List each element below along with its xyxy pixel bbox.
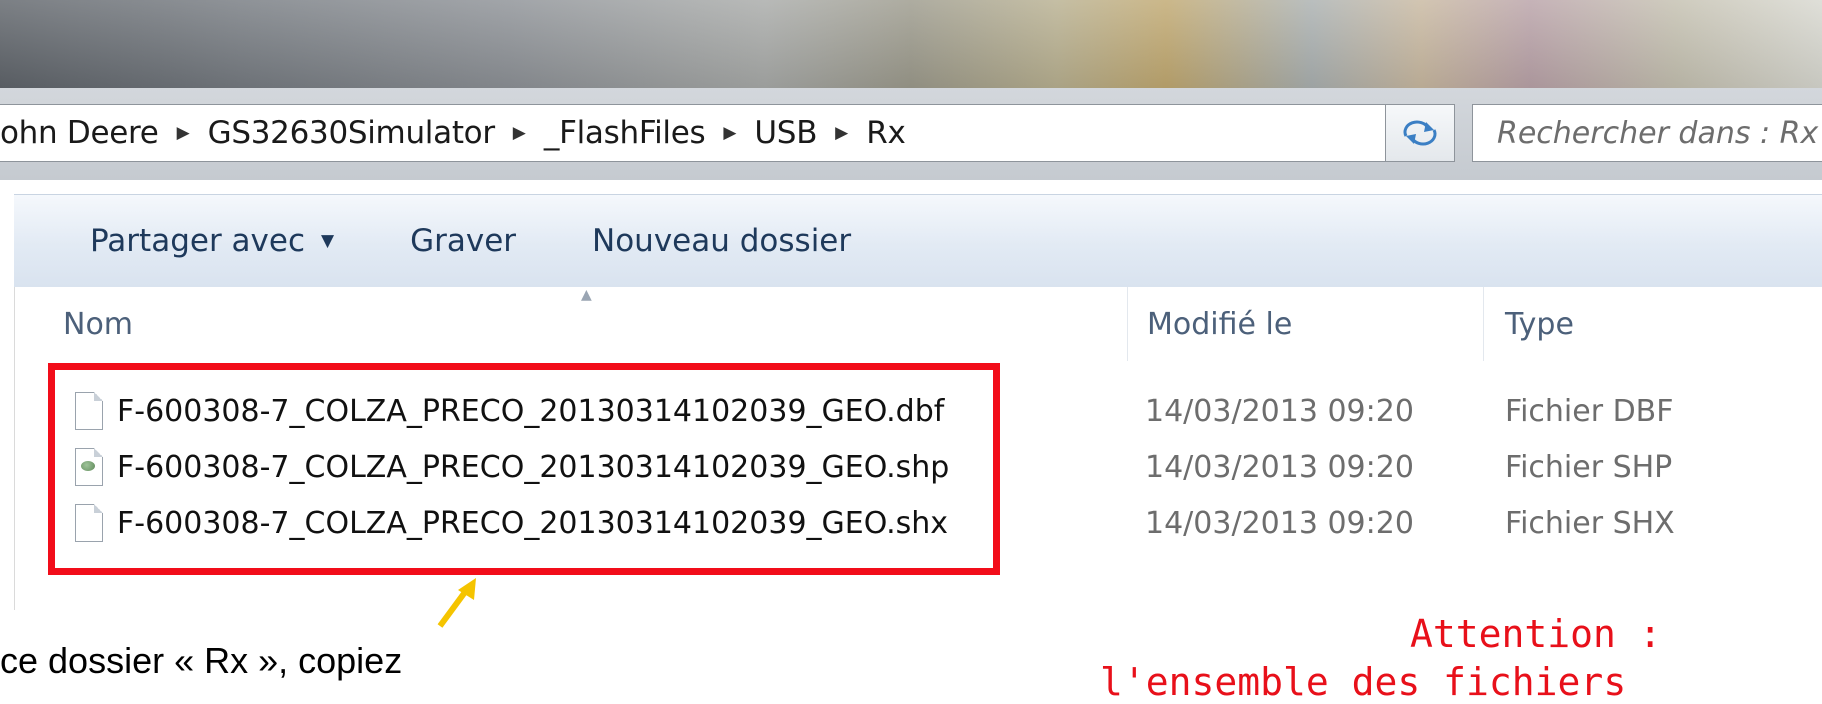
chevron-down-icon: ▼ <box>321 231 335 251</box>
column-header-name[interactable]: Nom <box>63 287 133 361</box>
breadcrumb: ohn Deere ▶ GS32630Simulator ▶ _FlashFil… <box>0 115 1454 151</box>
breadcrumb-item-rx[interactable]: Rx <box>866 115 906 151</box>
breadcrumb-item-john-deere[interactable]: ohn Deere <box>0 115 159 151</box>
file-modified: 14/03/2013 09:20 <box>1145 505 1414 541</box>
breadcrumb-separator-icon[interactable]: ▶ <box>723 123 736 143</box>
burn-button[interactable]: Graver <box>410 223 516 259</box>
breadcrumb-separator-icon[interactable]: ▶ <box>177 123 190 143</box>
new-folder-label: Nouveau dossier <box>592 223 852 259</box>
file-modified: 14/03/2013 09:20 <box>1145 449 1414 485</box>
share-with-label: Partager avec <box>90 223 306 259</box>
arrow-icon <box>437 578 476 628</box>
file-modified: 14/03/2013 09:20 <box>1145 393 1414 429</box>
command-bar: Partager avec ▼ Graver Nouveau dossier <box>14 194 1822 288</box>
column-divider[interactable] <box>1127 287 1128 361</box>
divider <box>0 180 1822 194</box>
refresh-button[interactable] <box>1385 104 1455 162</box>
column-header-type-label: Type <box>1505 306 1574 342</box>
file-type: Fichier SHP <box>1505 449 1673 485</box>
column-header-modified[interactable]: Modifié le <box>1147 287 1292 361</box>
highlight-box <box>48 363 1000 575</box>
caption-text: ce dossier « Rx », copiez <box>0 640 403 681</box>
breadcrumb-item-flashfiles[interactable]: _FlashFiles <box>544 115 706 151</box>
sort-ascending-icon: ▲ <box>581 287 592 303</box>
file-type: Fichier SHX <box>1505 505 1675 541</box>
refresh-icon <box>1403 120 1437 146</box>
column-divider[interactable] <box>1483 287 1484 361</box>
column-header-modified-label: Modifié le <box>1147 306 1293 342</box>
column-header-type[interactable]: Type <box>1505 287 1574 361</box>
new-folder-button[interactable]: Nouveau dossier <box>592 223 851 259</box>
attention-title: Attention : <box>1410 612 1662 656</box>
breadcrumb-item-gs32630simulator[interactable]: GS32630Simulator <box>208 115 495 151</box>
breadcrumb-item-usb[interactable]: USB <box>754 115 817 151</box>
address-bar[interactable]: ohn Deere ▶ GS32630Simulator ▶ _FlashFil… <box>0 104 1455 162</box>
title-bar <box>0 0 1822 88</box>
breadcrumb-separator-icon[interactable]: ▶ <box>513 123 526 143</box>
attention-text: l'ensemble des fichiers <box>1100 660 1627 704</box>
search-input[interactable]: Rechercher dans : Rx <box>1472 104 1822 162</box>
file-type: Fichier DBF <box>1505 393 1674 429</box>
burn-label: Graver <box>410 223 517 259</box>
share-with-button[interactable]: Partager avec ▼ <box>90 223 334 259</box>
breadcrumb-separator-icon[interactable]: ▶ <box>835 123 848 143</box>
column-header-name-label: Nom <box>63 306 134 342</box>
